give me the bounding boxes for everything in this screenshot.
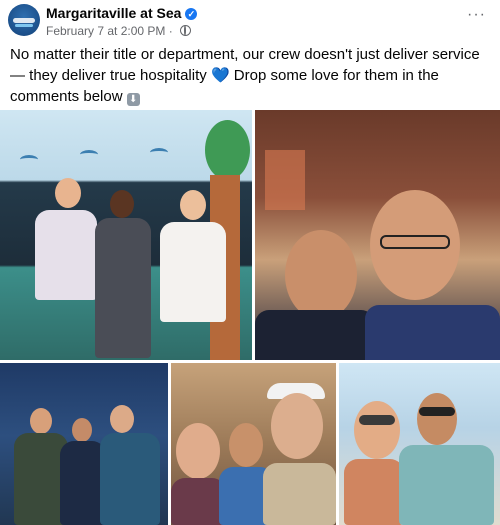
more-options-icon[interactable]: ···	[467, 6, 486, 24]
bird-decoration-icon	[80, 150, 98, 159]
page-avatar[interactable]	[8, 4, 40, 36]
person-head	[417, 393, 457, 445]
crew-photo-5[interactable]	[339, 363, 500, 525]
eyeglasses	[380, 235, 450, 249]
person-body	[399, 445, 494, 525]
blue-heart-icon: 💙	[210, 67, 230, 84]
crew-photo-2[interactable]	[255, 110, 500, 360]
person-body	[160, 222, 226, 322]
person-body	[263, 463, 336, 525]
down-arrow-icon: ⬇	[126, 93, 140, 106]
person-body	[344, 459, 404, 525]
globe-icon	[180, 25, 192, 36]
logo-wave-icon	[13, 18, 35, 23]
post-header: Margaritaville at Sea ✓ February 7 at 2:0…	[0, 0, 500, 44]
person-head	[229, 423, 263, 467]
person-head	[285, 230, 357, 320]
post-caption: No matter their title or department, our…	[10, 44, 488, 107]
bird-decoration-icon	[150, 148, 168, 157]
crew-photo-4[interactable]	[171, 363, 336, 525]
person-body	[95, 218, 151, 358]
person-head	[354, 401, 400, 459]
person-body	[35, 210, 97, 300]
palm-decoration	[205, 120, 250, 180]
person-head	[72, 418, 92, 442]
facebook-post: Margaritaville at Sea ✓ February 7 at 2:0…	[0, 0, 500, 525]
person-body	[100, 433, 160, 525]
person-head	[110, 405, 134, 433]
sunglasses	[359, 415, 395, 425]
person-body	[255, 310, 375, 360]
post-meta: February 7 at 2:00 PM ·	[46, 24, 192, 38]
crew-photo-1[interactable]	[0, 110, 252, 360]
page-name-text[interactable]: Margaritaville at Sea	[46, 5, 181, 21]
sunglasses	[419, 407, 455, 416]
person-head	[180, 190, 206, 220]
person-head	[271, 393, 323, 459]
person-head	[110, 190, 134, 218]
person-head	[30, 408, 52, 434]
page-name-link[interactable]: Margaritaville at Sea ✓	[46, 5, 198, 21]
verified-badge-icon: ✓	[185, 8, 198, 20]
person-body	[365, 305, 500, 360]
bird-decoration-icon	[20, 155, 38, 164]
meta-separator: ·	[168, 24, 173, 38]
background-wall	[265, 150, 305, 210]
crew-photo-3[interactable]	[0, 363, 168, 525]
logo-wave-icon	[15, 24, 33, 27]
person-head	[176, 423, 220, 479]
person-head	[55, 178, 81, 208]
person-body	[171, 478, 226, 525]
post-timestamp[interactable]: February 7 at 2:00 PM	[46, 24, 165, 38]
